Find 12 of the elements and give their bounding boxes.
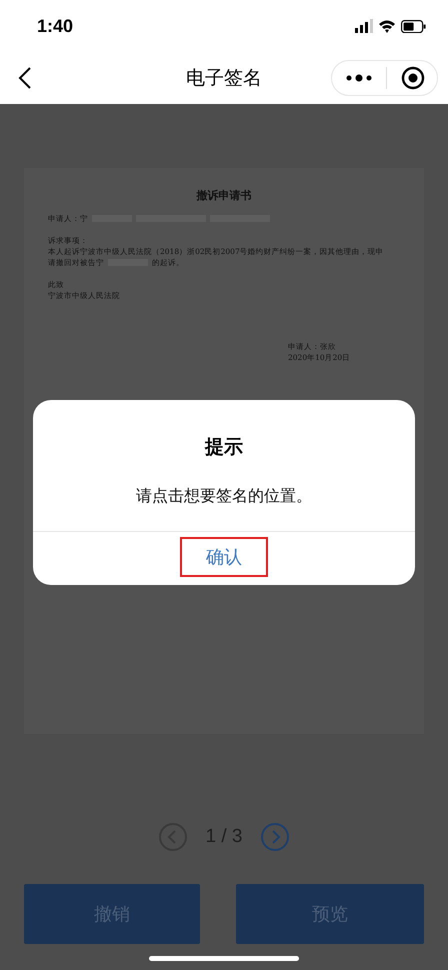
more-icon[interactable] (346, 74, 372, 82)
signal-icon (355, 18, 373, 34)
battery-icon (401, 20, 426, 32)
dialog-title: 提示 (205, 435, 243, 460)
wifi-icon (379, 18, 395, 34)
dialog-message: 请点击想要签名的位置。 (136, 486, 312, 507)
close-icon[interactable] (401, 66, 425, 90)
page-title: 电子签名 (186, 66, 262, 91)
status-time: 1:40 (37, 16, 74, 36)
document-title: 撤诉申请书 (195, 190, 252, 201)
back-icon[interactable] (18, 66, 32, 90)
confirm-button[interactable]: 确认 (180, 537, 268, 577)
